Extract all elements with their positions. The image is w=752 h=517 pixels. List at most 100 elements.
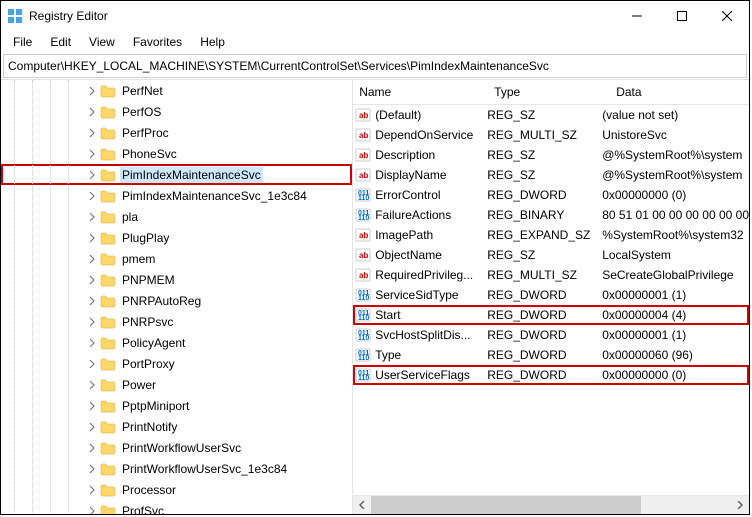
chevron-right-icon[interactable] (86, 190, 98, 202)
horizontal-scrollbar[interactable] (353, 495, 749, 514)
value-data: 0x00000004 (4) (596, 308, 749, 322)
chevron-right-icon[interactable] (86, 106, 98, 118)
menu-file[interactable]: File (5, 33, 40, 51)
folder-icon (100, 252, 116, 266)
chevron-right-icon[interactable] (86, 505, 98, 515)
tree-item[interactable]: PhoneSvc (1, 143, 352, 164)
value-row[interactable]: 011110ErrorControlREG_DWORD0x00000000 (0… (353, 185, 749, 205)
value-row[interactable]: abDependOnServiceREG_MULTI_SZUnistoreSvc (353, 125, 749, 145)
value-row[interactable]: abImagePathREG_EXPAND_SZ%SystemRoot%\sys… (353, 225, 749, 245)
tree-item[interactable]: pmem (1, 248, 352, 269)
tree-item[interactable]: PerfProc (1, 122, 352, 143)
tree-view[interactable]: PerfNetPerfOSPerfProcPhoneSvcPimIndexMai… (1, 80, 353, 514)
menu-favorites[interactable]: Favorites (125, 33, 190, 51)
value-data: LocalSystem (596, 248, 749, 262)
address-bar[interactable]: Computer\HKEY_LOCAL_MACHINE\SYSTEM\Curre… (3, 54, 747, 78)
folder-icon (100, 315, 116, 329)
value-name: DisplayName (375, 168, 446, 182)
chevron-right-icon[interactable] (86, 253, 98, 265)
folder-icon (100, 441, 116, 455)
chevron-right-icon[interactable] (86, 295, 98, 307)
chevron-right-icon[interactable] (86, 316, 98, 328)
tree-item[interactable]: Power (1, 374, 352, 395)
value-data: 0x00000001 (1) (596, 288, 749, 302)
scroll-track[interactable] (371, 496, 731, 514)
scroll-left-icon[interactable] (353, 496, 371, 514)
svg-text:110: 110 (358, 375, 369, 382)
chevron-right-icon[interactable] (86, 379, 98, 391)
chevron-right-icon[interactable] (86, 211, 98, 223)
string-value-icon: ab (355, 267, 371, 283)
value-row[interactable]: 011110UserServiceFlagsREG_DWORD0x0000000… (353, 365, 749, 385)
value-row[interactable]: abRequiredPrivileg...REG_MULTI_SZSeCreat… (353, 265, 749, 285)
chevron-right-icon[interactable] (86, 274, 98, 286)
tree-label: pla (120, 209, 140, 225)
column-name[interactable]: Name (353, 80, 488, 104)
menu-help[interactable]: Help (192, 33, 233, 51)
tree-item[interactable]: PrintWorkflowUserSvc_1e3c84 (1, 458, 352, 479)
folder-icon (100, 126, 116, 140)
tree-item[interactable]: PptpMiniport (1, 395, 352, 416)
chevron-right-icon[interactable] (86, 463, 98, 475)
svg-text:ab: ab (359, 131, 368, 140)
menu-view[interactable]: View (81, 33, 123, 51)
value-data: UnistoreSvc (596, 128, 749, 142)
value-row[interactable]: 011110SvcHostSplitDis...REG_DWORD0x00000… (353, 325, 749, 345)
value-row[interactable]: abDescriptionREG_SZ@%SystemRoot%\system (353, 145, 749, 165)
scroll-right-icon[interactable] (731, 496, 749, 514)
tree-item[interactable]: PlugPlay (1, 227, 352, 248)
tree-item[interactable]: PortProxy (1, 353, 352, 374)
value-row[interactable]: abDisplayNameREG_SZ@%SystemRoot%\system (353, 165, 749, 185)
tree-item[interactable]: PrintWorkflowUserSvc (1, 437, 352, 458)
tree-item[interactable]: ProfSvc (1, 500, 352, 514)
chevron-right-icon[interactable] (86, 148, 98, 160)
tree-label: PlugPlay (120, 230, 171, 246)
tree-item[interactable]: PNRPsvc (1, 311, 352, 332)
tree-item[interactable]: PerfNet (1, 80, 352, 101)
scroll-thumb[interactable] (371, 496, 641, 514)
title-bar: Registry Editor (1, 1, 749, 31)
svg-text:ab: ab (359, 251, 368, 260)
value-data: 0x00000000 (0) (596, 188, 749, 202)
tree-item[interactable]: PNPMEM (1, 269, 352, 290)
value-row[interactable]: 011110StartREG_DWORD0x00000004 (4) (353, 305, 749, 325)
chevron-right-icon[interactable] (86, 127, 98, 139)
tree-item[interactable]: PNRPAutoReg (1, 290, 352, 311)
value-row[interactable]: 011110TypeREG_DWORD0x00000060 (96) (353, 345, 749, 365)
value-row[interactable]: ab(Default)REG_SZ(value not set) (353, 105, 749, 125)
chevron-right-icon[interactable] (86, 85, 98, 97)
value-data: 80 51 01 00 00 00 00 00 00 (596, 208, 749, 222)
chevron-right-icon[interactable] (86, 169, 98, 181)
value-type: REG_DWORD (481, 308, 596, 322)
chevron-right-icon[interactable] (86, 232, 98, 244)
chevron-right-icon[interactable] (86, 484, 98, 496)
chevron-right-icon[interactable] (86, 400, 98, 412)
column-data[interactable]: Data (610, 80, 749, 104)
tree-item[interactable]: PimIndexMaintenanceSvc (1, 164, 352, 185)
tree-item[interactable]: PrintNotify (1, 416, 352, 437)
value-list[interactable]: ab(Default)REG_SZ(value not set)abDepend… (353, 105, 749, 495)
tree-item[interactable]: PimIndexMaintenanceSvc_1e3c84 (1, 185, 352, 206)
minimize-button[interactable] (614, 2, 659, 30)
folder-icon (100, 357, 116, 371)
value-row[interactable]: 011110ServiceSidTypeREG_DWORD0x00000001 … (353, 285, 749, 305)
svg-text:ab: ab (359, 111, 368, 120)
chevron-right-icon[interactable] (86, 337, 98, 349)
column-type[interactable]: Type (488, 80, 610, 104)
tree-item[interactable]: pla (1, 206, 352, 227)
close-button[interactable] (704, 2, 749, 30)
tree-label: pmem (120, 251, 157, 267)
folder-icon (100, 105, 116, 119)
chevron-right-icon[interactable] (86, 442, 98, 454)
value-row[interactable]: 011110FailureActionsREG_BINARY80 51 01 0… (353, 205, 749, 225)
maximize-button[interactable] (659, 2, 704, 30)
tree-item[interactable]: Processor (1, 479, 352, 500)
folder-icon (100, 336, 116, 350)
chevron-right-icon[interactable] (86, 358, 98, 370)
value-row[interactable]: abObjectNameREG_SZLocalSystem (353, 245, 749, 265)
tree-item[interactable]: PolicyAgent (1, 332, 352, 353)
tree-item[interactable]: PerfOS (1, 101, 352, 122)
chevron-right-icon[interactable] (86, 421, 98, 433)
menu-edit[interactable]: Edit (42, 33, 79, 51)
tree-label: PNRPsvc (120, 314, 175, 330)
